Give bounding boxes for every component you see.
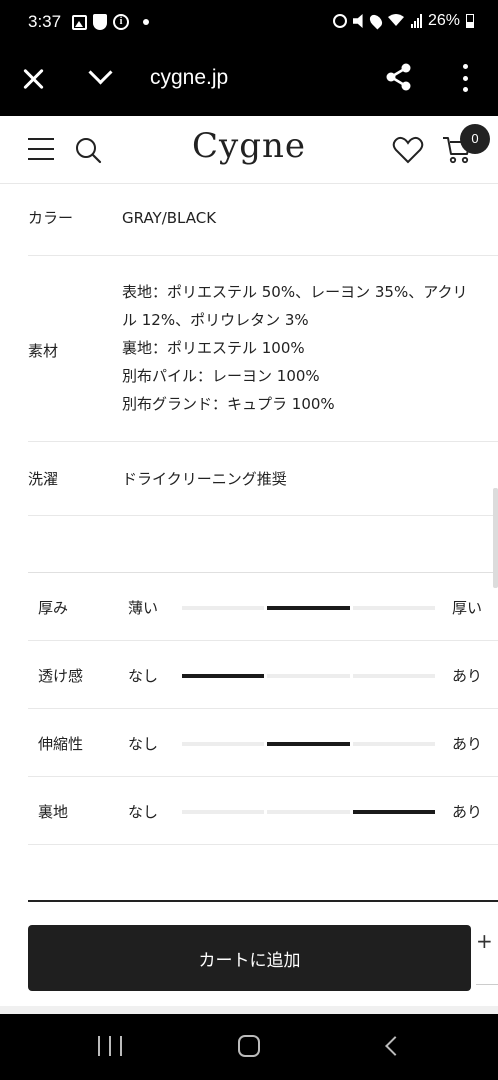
wifi-icon (387, 13, 405, 30)
add-to-cart-button[interactable]: カートに追加 (28, 925, 471, 991)
spec-label-material: 素材 (28, 342, 59, 360)
battery-level: 26% (427, 12, 460, 29)
spec-value-care: ドライクリーニング推奨 (122, 470, 287, 488)
spec-row-material: 素材 表地：ポリエステル 50%、レーヨン 35%、アクリ ル 12%、ポリウレ… (28, 256, 498, 442)
chevron-down-icon[interactable] (88, 64, 112, 88)
char-scale (182, 742, 435, 746)
battery-icon (466, 14, 474, 28)
spec-row-care: 洗濯 ドライクリーニング推奨 (28, 442, 498, 516)
char-row-stretch: 伸縮性 なし あり (28, 709, 498, 777)
spec-row-color: カラー GRAY/BLACK (28, 184, 498, 256)
status-bar: 3:37 i 26% (0, 0, 498, 48)
scale-segment (182, 742, 265, 746)
plus-icon[interactable]: + (476, 929, 493, 953)
status-system-icons: 26% (332, 12, 474, 30)
scale-segment (182, 606, 265, 610)
material-line: 裏地：ポリエステル 100% (122, 339, 305, 357)
char-row-transparency: 透け感 なし あり (28, 641, 498, 709)
scale-segment-active (352, 810, 435, 814)
char-min-label: なし (128, 803, 159, 821)
char-name: 透け感 (38, 667, 84, 685)
image-icon (72, 14, 87, 30)
material-line: 別布パイル：レーヨン 100% (122, 367, 320, 385)
char-max-label: あり (452, 803, 483, 821)
char-min-label: なし (128, 667, 159, 685)
browser-toolbar: cygne.jp (0, 48, 498, 116)
signal-icon (410, 14, 422, 28)
material-line: 表地：ポリエステル 50%、レーヨン 35%、アクリ (122, 283, 468, 301)
location-icon (367, 12, 385, 30)
material-line: ル 12%、ポリウレタン 3% (122, 311, 309, 329)
scale-segment (182, 810, 265, 814)
cart-count-badge[interactable]: 0 (460, 124, 490, 154)
back-icon[interactable] (384, 1036, 400, 1056)
scrollbar-thumb[interactable] (493, 488, 498, 588)
more-vert-icon[interactable] (460, 64, 470, 92)
divider (476, 984, 498, 985)
scale-segment (267, 810, 350, 814)
home-icon[interactable] (238, 1035, 260, 1057)
browser-url[interactable]: cygne.jp (150, 66, 228, 90)
char-name: 伸縮性 (38, 735, 84, 753)
heart-icon[interactable] (392, 136, 424, 164)
site-header: Cygne 0 (0, 116, 498, 184)
recents-icon[interactable] (98, 1036, 122, 1056)
char-min-label: なし (128, 735, 159, 753)
scale-segment (352, 674, 435, 678)
char-max-label: 厚い (452, 599, 483, 617)
dot-icon (143, 19, 149, 25)
alarm-icon (332, 14, 347, 28)
close-icon[interactable] (20, 66, 46, 92)
divider (28, 900, 498, 902)
spec-value-color: GRAY/BLACK (122, 209, 217, 227)
char-scale (182, 810, 435, 814)
characteristics-table: 厚み 薄い 厚い 透け感 なし あり 伸縮性 なし あり 裏地 なし あり (28, 572, 498, 845)
char-max-label: あり (452, 735, 483, 753)
char-scale (182, 606, 435, 610)
page-bottom-edge (0, 1006, 498, 1014)
mute-icon (352, 14, 363, 28)
spec-label-care: 洗濯 (28, 470, 59, 488)
status-notification-icons: i (72, 14, 149, 30)
spec-label-color: カラー (28, 209, 74, 227)
scale-segment (352, 606, 435, 610)
scale-segment-active (267, 742, 350, 746)
scale-segment-active (182, 674, 265, 678)
char-scale (182, 674, 435, 678)
char-min-label: 薄い (128, 599, 159, 617)
scale-segment (352, 742, 435, 746)
shield-icon (93, 14, 107, 30)
char-max-label: あり (452, 667, 483, 685)
char-row-lining: 裏地 なし あり (28, 777, 498, 845)
info-icon: i (113, 14, 129, 30)
scale-segment-active (267, 606, 350, 610)
material-line: 別布グランド：キュプラ 100% (122, 395, 335, 413)
scale-segment (267, 674, 350, 678)
char-name: 裏地 (38, 803, 69, 821)
char-row-thickness: 厚み 薄い 厚い (28, 573, 498, 641)
spec-value-material: 表地：ポリエステル 50%、レーヨン 35%、アクリ ル 12%、ポリウレタン … (122, 278, 492, 418)
status-time: 3:37 (28, 12, 62, 31)
share-icon[interactable] (384, 62, 414, 92)
char-name: 厚み (38, 599, 69, 617)
system-nav-bar (0, 1014, 498, 1080)
